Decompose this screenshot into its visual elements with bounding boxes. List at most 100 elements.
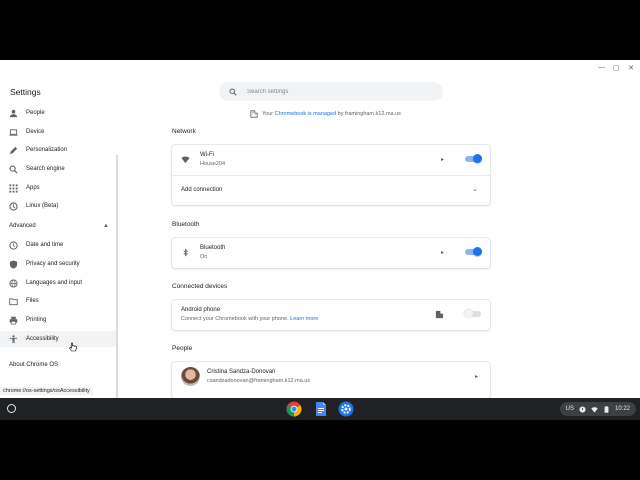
status-bar-url: chrome://os-settings/osAccessibility (0, 387, 93, 395)
folder-icon (9, 297, 18, 306)
sidebar-item-languages[interactable]: Languages and input (0, 275, 116, 291)
mouse-pointer-icon (69, 342, 77, 352)
pencil-icon (9, 146, 18, 155)
maximize-icon[interactable]: ▢ (613, 64, 620, 72)
linux-icon (9, 201, 18, 211)
bluetooth-card: Bluetooth On ▸ (172, 238, 490, 268)
wifi-row[interactable]: Wi-Fi House204 ▸ (172, 145, 490, 175)
wifi-toggle[interactable] (465, 154, 482, 163)
wifi-status-icon (591, 406, 598, 413)
add-connection-label: Add connection (181, 187, 223, 193)
managed-link[interactable]: Chromebook is managed (275, 111, 336, 117)
notification-icon (579, 405, 586, 413)
sidebar: Settings People Device Personalization S… (0, 60, 118, 398)
section-title-network: Network (172, 128, 196, 135)
chevron-right-icon[interactable]: ▸ (475, 373, 478, 380)
sidebar-item-label: Files (26, 298, 39, 304)
add-connection-row[interactable]: Add connection ⌄ (172, 175, 490, 205)
bluetooth-icon (181, 248, 190, 257)
account-name: Cristina Sandza-Donovan (207, 369, 276, 375)
sidebar-item-device[interactable]: Device (0, 124, 116, 140)
managed-suffix: by framingham.k12.ma.us (337, 111, 401, 117)
android-phone-label: Android phone (181, 307, 221, 313)
sidebar-item-label: Linux (Beta) (26, 203, 59, 209)
settings-window: — ▢ ✕ Settings People Device Personaliza… (0, 60, 640, 398)
sidebar-item-search-engine[interactable]: Search engine (0, 161, 116, 177)
sidebar-item-label: Printing (26, 317, 47, 323)
android-phone-row[interactable]: Android phone Connect your Chromebook wi… (172, 300, 490, 330)
managed-notice: Your Chromebook is managed by framingham… (250, 110, 401, 118)
sidebar-item-date-time[interactable]: Date and time (0, 237, 116, 253)
toggle-knob (464, 309, 473, 318)
building-icon (250, 110, 258, 118)
clock-time: 10:22 (614, 406, 630, 412)
toggle-knob (473, 247, 482, 256)
input-method-label: US (565, 406, 574, 412)
search-bar[interactable] (219, 82, 443, 101)
status-tray[interactable]: US 10:22 (559, 402, 636, 416)
section-title-people: People (172, 345, 193, 352)
app-title: Settings (10, 87, 41, 97)
bluetooth-status: On (200, 254, 208, 260)
clock-icon (9, 240, 18, 250)
android-phone-desc: Connect your Chromebook with your phone.… (181, 316, 318, 322)
people-card: Cristina Sandza-Donovan csandzadonovan@f… (172, 362, 490, 398)
shelf: US 10:22 (0, 398, 640, 420)
sidebar-item-label: Personalization (26, 147, 68, 153)
account-email: csandzadonovan@framingham.k12.ma.us (207, 378, 311, 384)
apps-grid-icon (9, 183, 18, 193)
wifi-label: Wi-Fi (200, 152, 214, 158)
minimize-icon[interactable]: — (598, 64, 605, 72)
sidebar-item-label: Date and time (26, 242, 64, 248)
search-icon (9, 165, 18, 174)
sidebar-item-label: Privacy and security (26, 261, 80, 267)
shield-icon (9, 259, 18, 269)
wifi-network-name: House204 (200, 161, 226, 167)
sidebar-item-label: Accessibility (26, 336, 59, 342)
battery-icon (603, 405, 610, 413)
bluetooth-row[interactable]: Bluetooth On ▸ (172, 238, 490, 268)
sidebar-item-label: Search engine (26, 166, 65, 172)
globe-icon (9, 278, 18, 288)
sidebar-scrollbar[interactable] (116, 155, 118, 398)
sidebar-item-apps[interactable]: Apps (0, 180, 116, 196)
settings-app-icon[interactable] (338, 401, 354, 417)
toggle-knob (473, 154, 482, 163)
docs-icon[interactable] (313, 401, 329, 417)
sidebar-item-label: People (26, 110, 45, 116)
sidebar-item-about[interactable]: About Chrome OS (9, 362, 58, 368)
account-row[interactable]: Cristina Sandza-Donovan csandzadonovan@f… (172, 362, 490, 392)
search-input[interactable] (247, 88, 427, 95)
sidebar-item-personalization[interactable]: Personalization (0, 142, 116, 158)
connected-devices-card: Android phone Connect your Chromebook wi… (172, 300, 490, 330)
person-icon (9, 109, 18, 118)
search-icon (229, 87, 237, 96)
chrome-icon[interactable] (286, 401, 302, 417)
laptop-icon (9, 128, 18, 137)
learn-more-link[interactable]: Learn more (290, 316, 318, 322)
accessibility-icon (9, 334, 18, 344)
android-phone-toggle[interactable] (464, 309, 481, 318)
sidebar-item-files[interactable]: Files (0, 293, 116, 309)
managed-prefix: Your (262, 111, 274, 117)
window-controls: — ▢ ✕ (598, 64, 634, 72)
chevron-down-icon[interactable]: ⌄ (472, 185, 478, 193)
section-title-connected-devices: Connected devices (172, 283, 228, 290)
launcher-button[interactable] (7, 404, 16, 413)
advanced-section-toggle[interactable]: Advanced ▲ (9, 223, 109, 229)
section-title-bluetooth: Bluetooth (172, 221, 200, 228)
sidebar-item-printing[interactable]: Printing (0, 312, 116, 328)
chevron-right-icon[interactable]: ▸ (441, 156, 444, 163)
chevron-right-icon[interactable]: ▸ (441, 249, 444, 256)
avatar (181, 367, 200, 386)
bluetooth-toggle[interactable] (465, 247, 482, 256)
sidebar-item-people[interactable]: People (0, 105, 116, 121)
close-icon[interactable]: ✕ (628, 64, 634, 72)
printer-icon (9, 316, 18, 325)
advanced-label: Advanced (9, 223, 36, 229)
android-desc-text: Connect your Chromebook with your phone. (181, 316, 289, 322)
wifi-icon (181, 155, 190, 164)
sidebar-item-accessibility[interactable]: Accessibility (0, 331, 116, 347)
sidebar-item-privacy[interactable]: Privacy and security (0, 256, 116, 272)
sidebar-item-linux[interactable]: Linux (Beta) (0, 198, 116, 214)
